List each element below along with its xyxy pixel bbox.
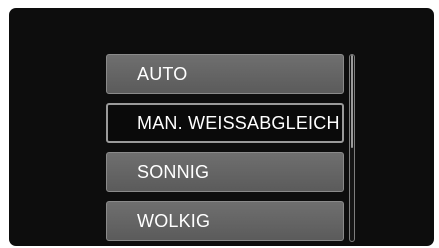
menu-item-label: SONNIG	[137, 161, 210, 182]
menu-item-label: MAN. WEISSABGLEICH	[137, 112, 340, 133]
scrollbar-thumb[interactable]	[351, 55, 353, 148]
menu-item-manual-white-balance[interactable]: MAN. WEISSABGLEICH	[106, 103, 344, 143]
menu-item-cloudy[interactable]: WOLKIG	[106, 201, 344, 241]
camera-screen: AUTO MAN. WEISSABGLEICH SONNIG WOLKIG	[9, 8, 434, 246]
scrollbar[interactable]	[349, 54, 355, 242]
menu-item-sunny[interactable]: SONNIG	[106, 152, 344, 192]
menu-item-auto[interactable]: AUTO	[106, 54, 344, 94]
menu-item-label: WOLKIG	[137, 210, 211, 231]
menu-item-label: AUTO	[137, 63, 188, 84]
